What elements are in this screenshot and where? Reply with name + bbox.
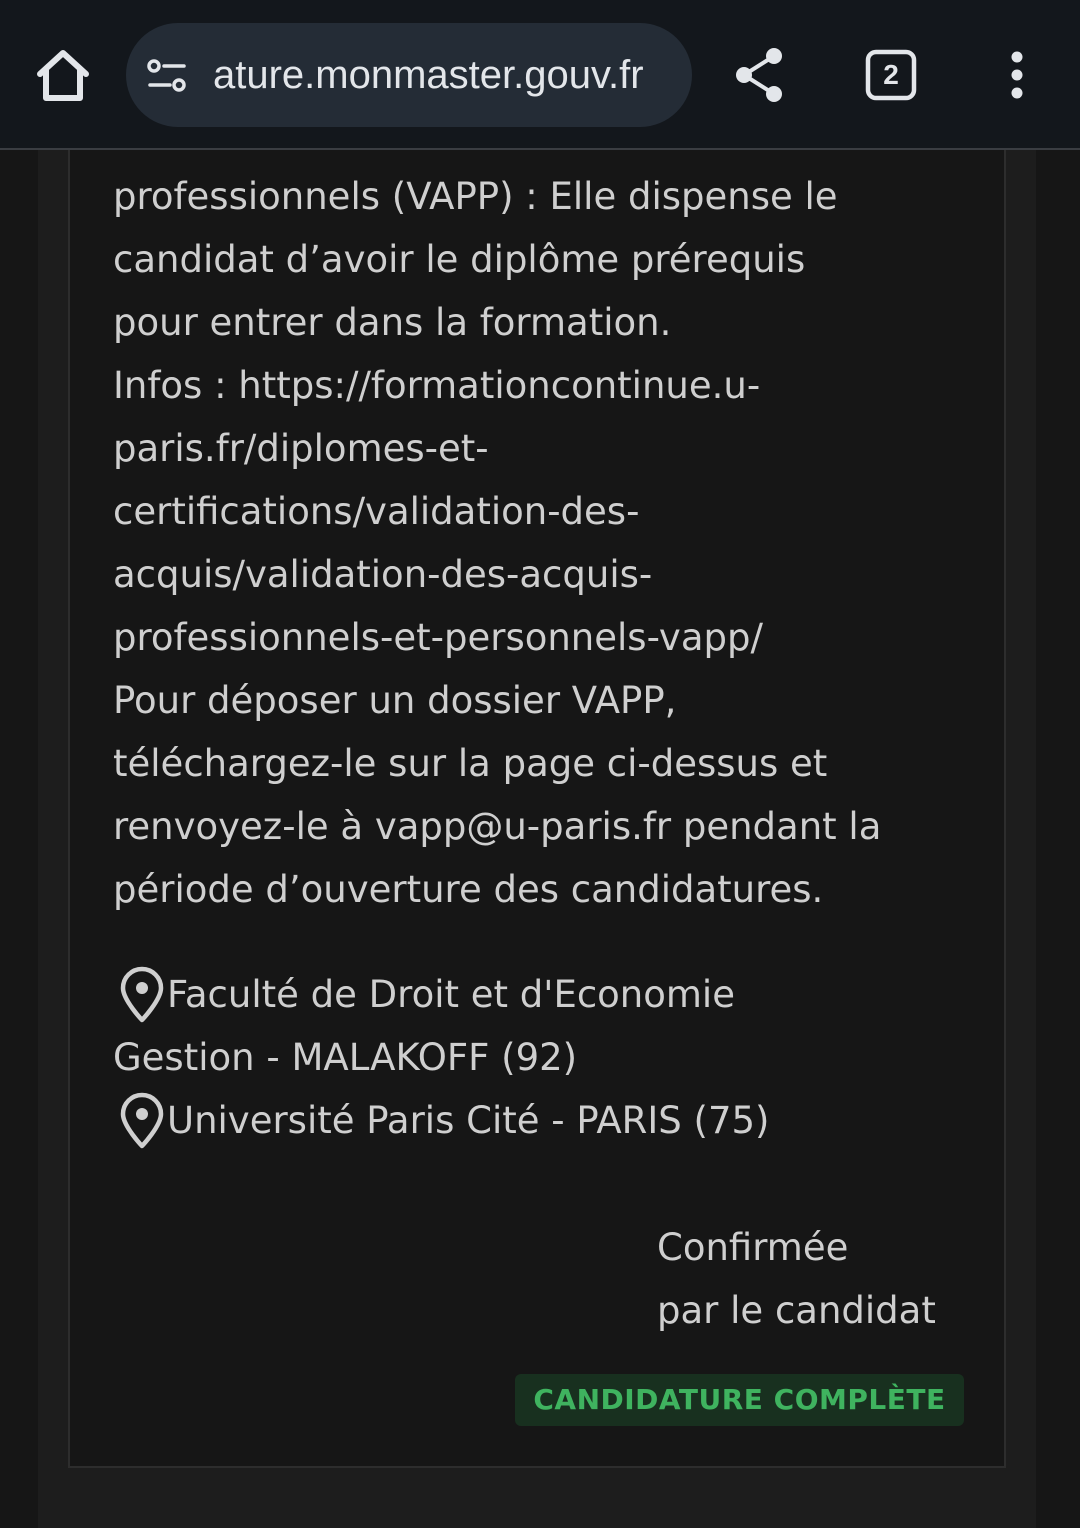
status-line: Confirmée — [657, 1226, 849, 1269]
site-settings-icon[interactable] — [146, 55, 188, 97]
url-text[interactable]: ature.monmaster.gouv.fr — [213, 49, 644, 101]
description-line: Infos : https://formationcontinue.u- — [113, 364, 761, 407]
description-line: Pour déposer un dossier VAPP, — [113, 679, 677, 722]
formation-description: professionnels (VAPP) : Elle dispense le… — [113, 165, 993, 921]
description-line: pour entrer dans la formation. — [113, 301, 672, 344]
description-line: professionnels-et-personnels-vapp/ — [113, 616, 763, 659]
description-line: paris.fr/diplomes-et- — [113, 427, 489, 470]
location-pin-icon — [113, 963, 167, 1023]
status-badge: CANDIDATURE COMPLÈTE — [515, 1374, 964, 1426]
description-line: téléchargez-le sur la page ci-dessus et — [113, 742, 828, 785]
share-icon[interactable] — [732, 46, 790, 104]
location-pin-icon — [113, 1089, 167, 1149]
location-name: Université Paris Cité - PARIS (75) — [167, 1099, 770, 1142]
location-item: Université Paris Cité - PARIS (75) — [113, 1089, 993, 1152]
description-line: professionnels (VAPP) : Elle dispense le — [113, 175, 838, 218]
location-item: Faculté de Droit et d'Economie — [113, 963, 993, 1026]
home-icon[interactable] — [30, 42, 96, 108]
description-line: certifications/validation-des- — [113, 490, 640, 533]
location-name: Faculté de Droit et d'Economie — [167, 973, 735, 1016]
status-line: par le candidat — [657, 1289, 936, 1332]
description-line: renvoyez-le à vapp@u-paris.fr pendant la — [113, 805, 882, 848]
description-line: période d’ouverture des candidatures. — [113, 868, 824, 911]
tab-count[interactable]: 2 — [864, 48, 918, 102]
confirmation-status: Confirmée par le candidat — [657, 1216, 997, 1342]
browser-toolbar: ature.monmaster.gouv.fr 2 — [0, 0, 1080, 150]
address-bar[interactable]: ature.monmaster.gouv.fr — [126, 23, 692, 127]
locations-list: Faculté de Droit et d'Economie Gestion -… — [113, 963, 993, 1152]
description-line: candidat d’avoir le diplôme prérequis — [113, 238, 806, 281]
description-line: acquis/validation-des-acquis- — [113, 553, 653, 596]
more-vert-icon[interactable] — [998, 48, 1036, 104]
location-item-continued: Gestion - MALAKOFF (92) — [113, 1036, 578, 1079]
